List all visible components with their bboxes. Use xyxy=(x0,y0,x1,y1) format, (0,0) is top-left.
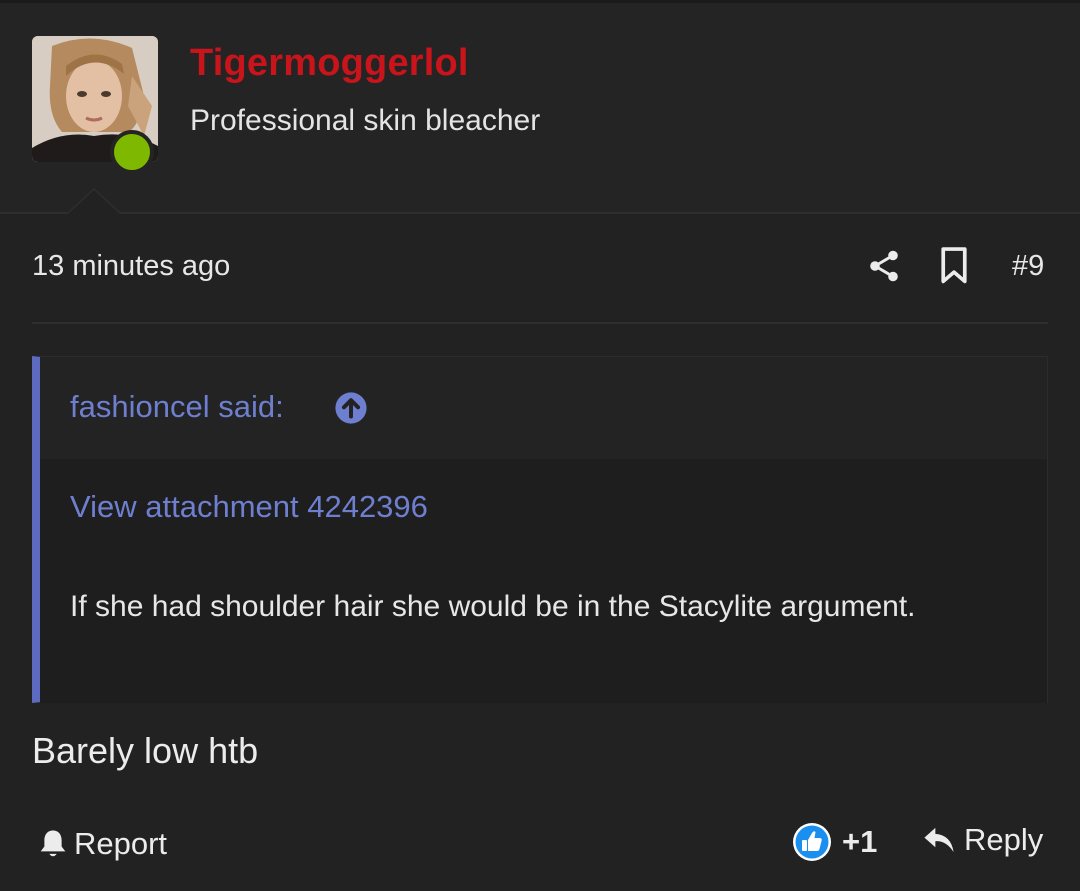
bell-icon xyxy=(40,830,66,857)
quote-block: fashioncel said: View attachment 4242396… xyxy=(32,356,1048,703)
share-icon[interactable] xyxy=(866,248,902,284)
thumbs-up-icon xyxy=(793,823,831,861)
report-button[interactable]: Report xyxy=(38,824,167,864)
reply-label: Reply xyxy=(964,822,1044,857)
username[interactable]: Tigermoggerlol xyxy=(190,42,469,85)
arrow-up-circle-icon[interactable] xyxy=(334,391,368,425)
quote-author-link[interactable]: fashioncel said: xyxy=(70,389,284,425)
reply-button[interactable]: Reply xyxy=(922,822,1043,858)
header-divider xyxy=(0,212,1080,214)
report-label: Report xyxy=(74,826,168,861)
attachment-link[interactable]: View attachment 4242396 xyxy=(70,489,428,525)
reaction-count[interactable]: +1 xyxy=(842,824,877,860)
quote-text: If she had shoulder hair she would be in… xyxy=(70,590,916,623)
online-status-dot xyxy=(110,130,154,174)
bookmark-icon[interactable] xyxy=(938,246,970,286)
reply-arrow-icon xyxy=(924,827,954,853)
meta-divider xyxy=(32,322,1048,324)
post-body: Barely low htb xyxy=(32,730,259,771)
post-number[interactable]: #9 xyxy=(1012,250,1044,283)
post-timestamp[interactable]: 13 minutes ago xyxy=(32,250,230,283)
header-caret-inner xyxy=(68,190,120,214)
quote-body: View attachment 4242396 If she had shoul… xyxy=(40,459,1047,703)
quote-header: fashioncel said: xyxy=(40,357,1047,459)
reaction-summary[interactable]: +1 xyxy=(792,822,877,862)
avatar[interactable] xyxy=(32,36,158,174)
user-title: Professional skin bleacher xyxy=(190,104,541,137)
